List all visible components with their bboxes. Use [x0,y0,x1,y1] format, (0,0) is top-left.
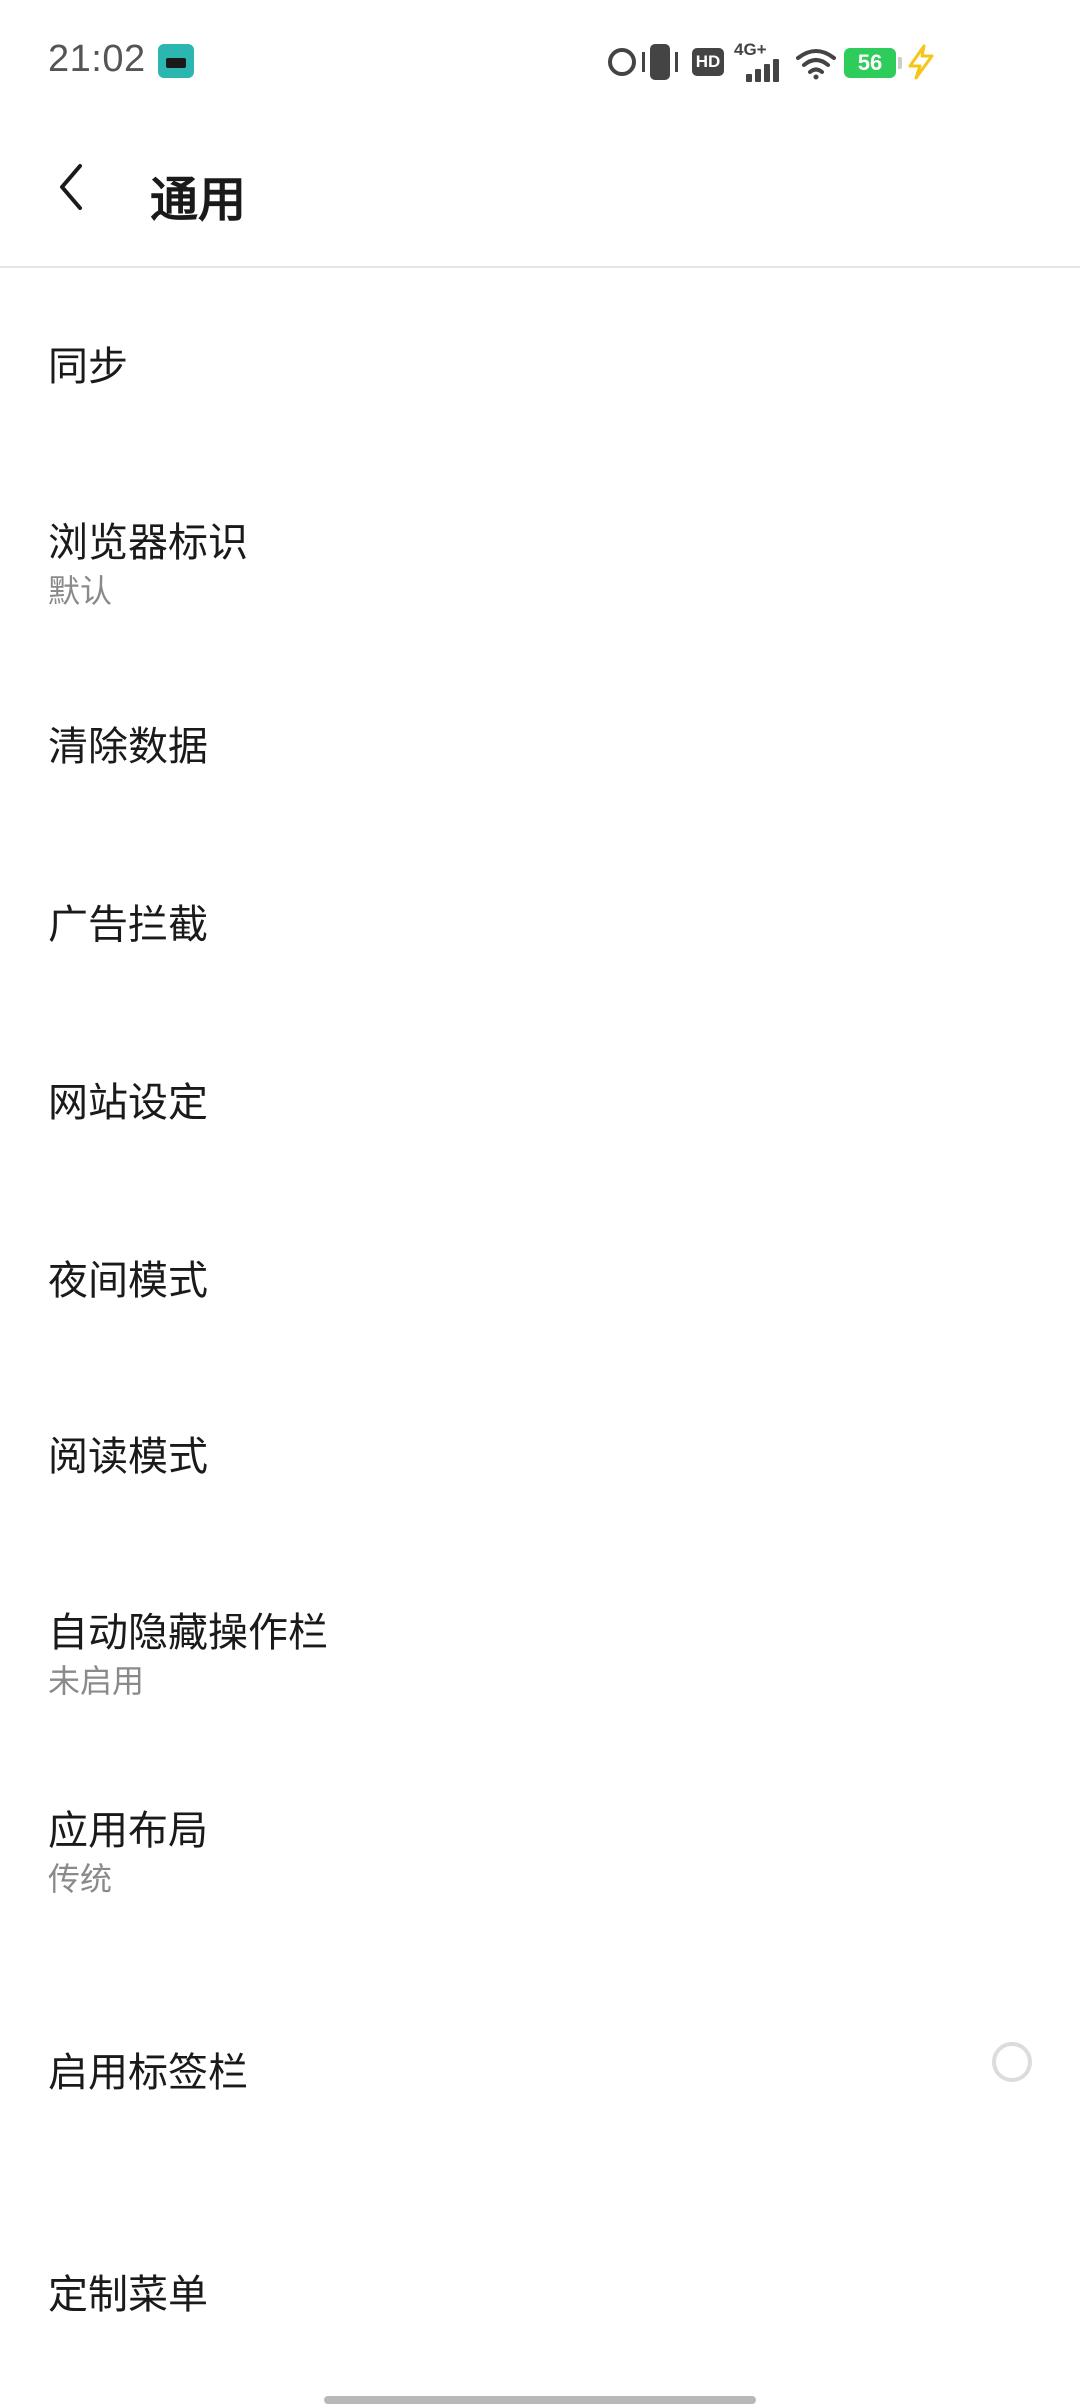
setting-subtitle: 传统 [48,1860,113,1898]
hd-icon: HD [692,48,724,76]
charging-icon [906,44,936,80]
setting-subtitle: 未启用 [48,1662,145,1700]
app-badge-icon [158,44,194,78]
alarm-icon [608,48,636,76]
setting-item-custom-menu[interactable]: 定制菜单 [0,2164,1080,2344]
setting-item-auto-hide-toolbar[interactable]: 自动隐藏操作栏 未启用 [0,1514,1080,1724]
setting-item-user-agent[interactable]: 浏览器标识 默认 [0,446,1080,624]
home-indicator[interactable] [324,2396,756,2404]
setting-item-sync[interactable]: 同步 [0,268,1080,446]
setting-item-app-layout[interactable]: 应用布局 传统 [0,1724,1080,1944]
tab-bar-toggle[interactable] [992,2042,1032,2082]
status-time: 21:02 [48,38,146,80]
setting-title: 清除数据 [48,724,208,770]
setting-item-ad-block[interactable]: 广告拦截 [0,802,1080,980]
signal-icon [746,54,786,82]
back-button[interactable] [40,152,110,222]
chevron-left-icon [60,164,82,210]
setting-title: 应用布局 [48,1808,208,1854]
setting-item-site-settings[interactable]: 网站设定 [0,980,1080,1158]
setting-item-night-mode[interactable]: 夜间模式 [0,1158,1080,1336]
setting-item-reading-mode[interactable]: 阅读模式 [0,1336,1080,1514]
top-app-bar: 通用 [0,130,1080,268]
setting-title: 广告拦截 [48,902,208,948]
setting-subtitle: 默认 [48,572,113,610]
setting-item-enable-tab-bar[interactable]: 启用标签栏 [0,1944,1080,2164]
setting-title: 夜间模式 [48,1258,208,1304]
status-bar: 21:02 HD 4G+ 56 [0,0,1080,130]
page-title: 通用 [150,172,247,228]
setting-title: 自动隐藏操作栏 [48,1610,328,1656]
setting-title: 网站设定 [48,1080,208,1126]
setting-title: 同步 [48,344,128,390]
battery-icon: 56 [844,48,902,78]
setting-item-clear-data[interactable]: 清除数据 [0,624,1080,802]
vibrate-icon [642,44,678,80]
setting-title: 阅读模式 [48,1434,208,1480]
setting-title: 定制菜单 [48,2272,208,2318]
setting-title: 浏览器标识 [48,520,248,566]
setting-title: 启用标签栏 [48,2050,248,2096]
wifi-icon [796,46,836,80]
